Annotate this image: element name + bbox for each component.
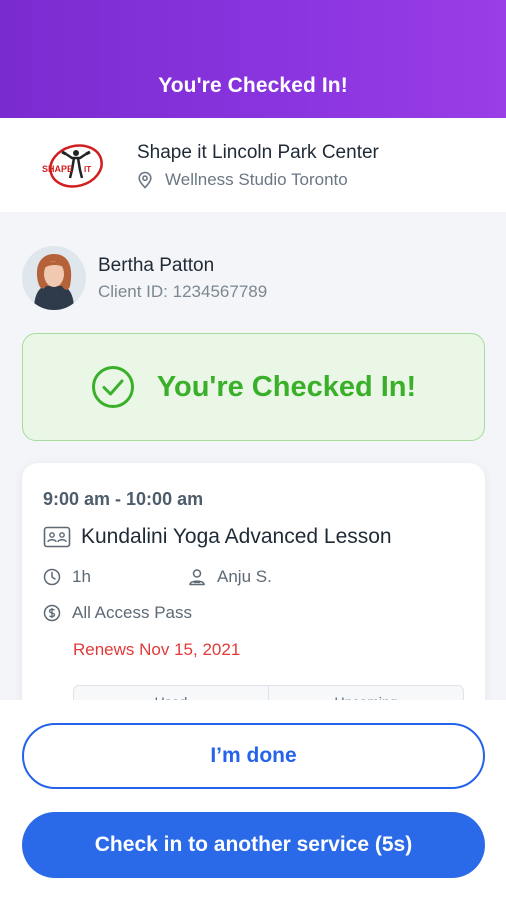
client-info: Bertha Patton Client ID: 1234567789 [22, 246, 267, 310]
user-icon [189, 569, 205, 586]
booking-time: 9:00 am - 10:00 am [43, 489, 204, 509]
duration: 1h [72, 567, 91, 586]
lesson-name: Kundalini Yoga Advanced Lesson [81, 525, 392, 548]
clock-icon [43, 568, 61, 586]
instructor: Anju S. [217, 567, 272, 586]
header-bar: You're Checked In! [0, 0, 506, 118]
checked-in-message: You're Checked In! [156, 370, 417, 403]
done-button[interactable]: I’m done [22, 723, 485, 789]
studio-info: SHAPE IT Shape it Lincoln Park Center We… [0, 118, 506, 212]
pass-row: All Access Pass [43, 603, 192, 623]
page-title: You're Checked In! [158, 74, 348, 97]
renewal-date: Renews Nov 15, 2021 [73, 640, 241, 659]
check-in-another-button[interactable]: Check in to another service (5s) [22, 812, 485, 878]
class-group-icon [43, 526, 71, 548]
avatar [22, 246, 86, 310]
dollar-circle-icon [43, 604, 61, 622]
svg-text:SHAPE: SHAPE [42, 164, 73, 174]
pass-name: All Access Pass [72, 603, 192, 622]
check-circle-icon [91, 366, 134, 408]
instructor-row: Anju S. [188, 567, 272, 587]
shape-it-logo: SHAPE IT [42, 144, 103, 188]
client-name: Bertha Patton [98, 254, 215, 276]
studio-name: Shape it Lincoln Park Center [137, 142, 379, 163]
svg-text:IT: IT [84, 165, 91, 174]
studio-location: Wellness Studio Toronto [137, 170, 348, 190]
action-panel: I’m done Check in to another service (5s… [0, 700, 506, 900]
map-pin-icon [138, 171, 152, 189]
duration-row: 1h [43, 567, 91, 587]
studio-location-text: Wellness Studio Toronto [165, 170, 348, 189]
checked-in-banner: You're Checked In! [22, 333, 485, 441]
client-id: Client ID: 1234567789 [98, 281, 268, 301]
